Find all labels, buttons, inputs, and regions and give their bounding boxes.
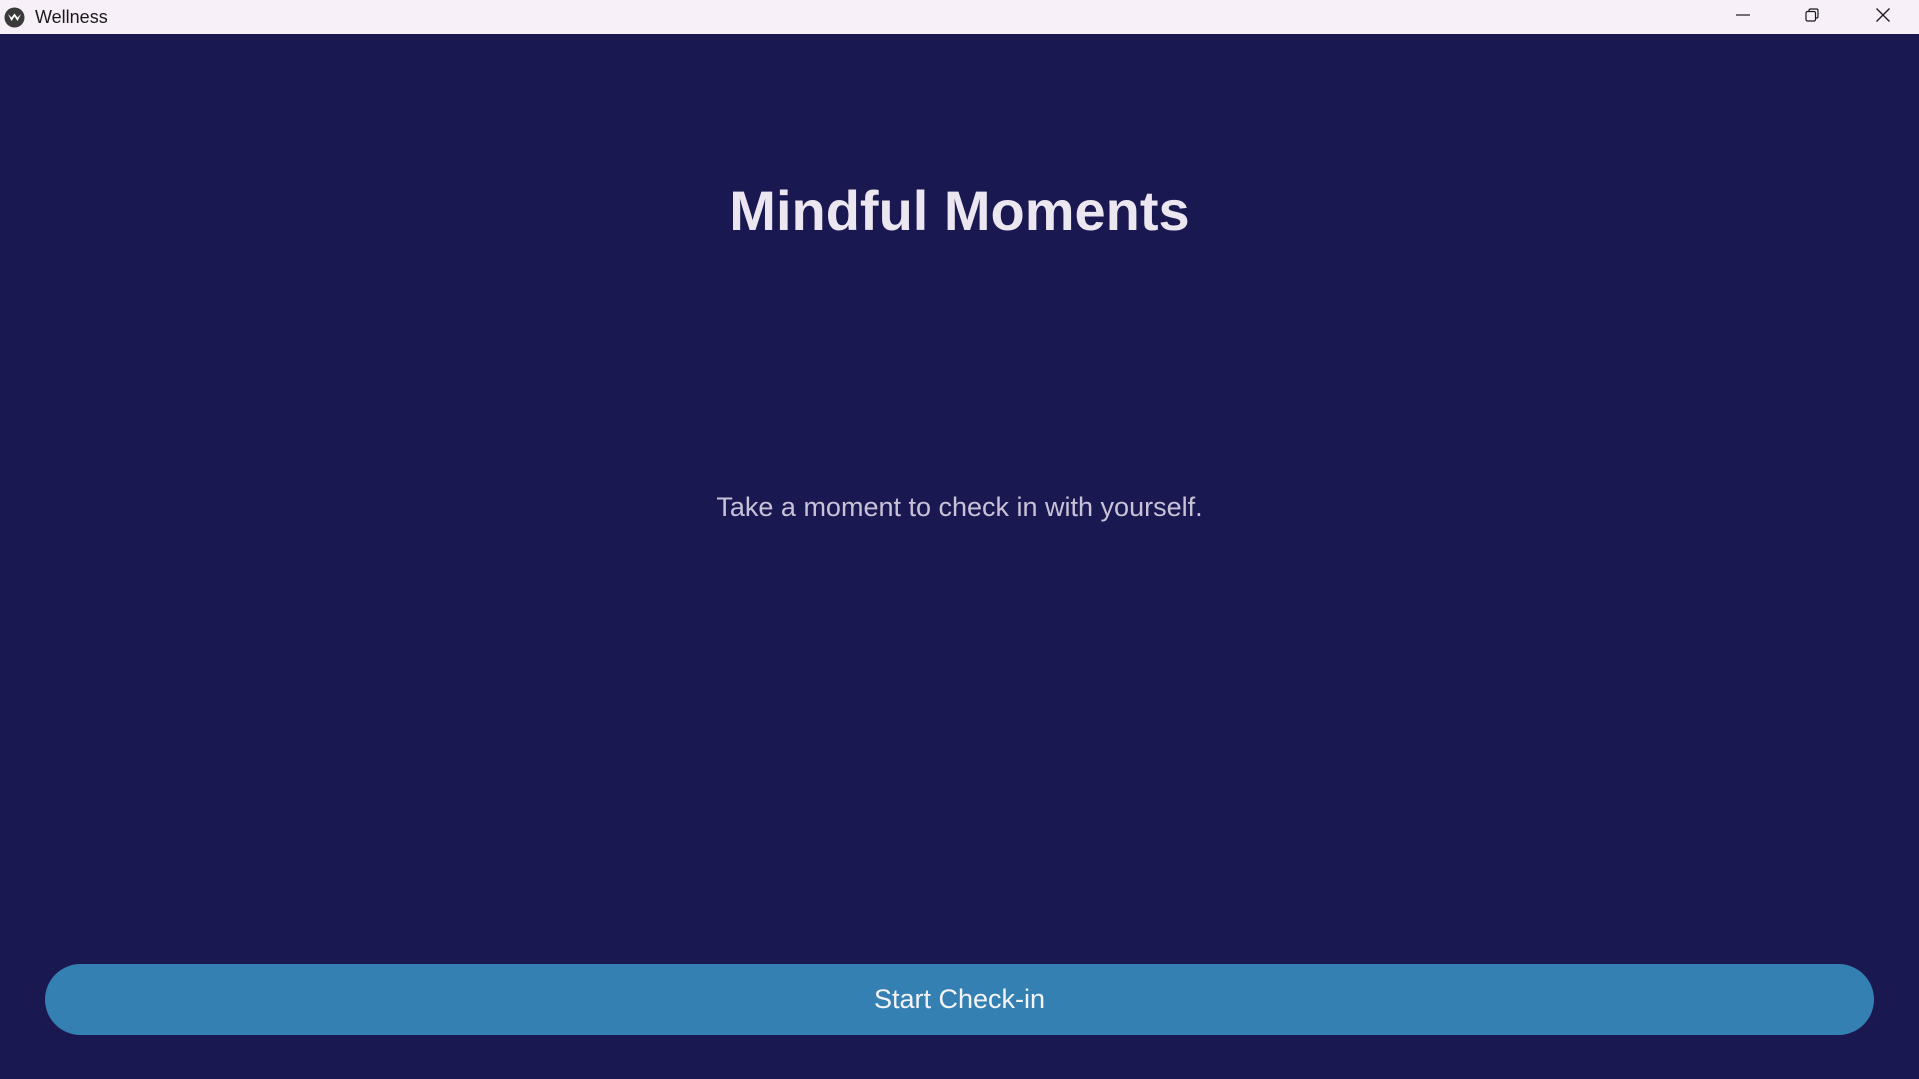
restore-button[interactable] <box>1778 0 1846 34</box>
restore-icon <box>1804 7 1820 28</box>
wellness-logo-icon <box>4 7 25 28</box>
start-check-in-button[interactable]: Start Check-in <box>45 964 1874 1035</box>
app-window: Wellness Mindful Moments Take a moment t… <box>0 0 1919 1079</box>
page-title: Mindful Moments <box>729 179 1190 242</box>
title-bar[interactable]: Wellness <box>0 0 1919 34</box>
page-subtitle: Take a moment to check in with yourself. <box>716 492 1203 522</box>
start-check-in-label: Start Check-in <box>873 984 1046 1014</box>
close-button[interactable] <box>1849 0 1917 34</box>
minimize-icon <box>1735 7 1751 28</box>
window-title: Wellness <box>35 7 108 27</box>
close-icon <box>1875 7 1891 28</box>
minimize-button[interactable] <box>1709 0 1777 34</box>
